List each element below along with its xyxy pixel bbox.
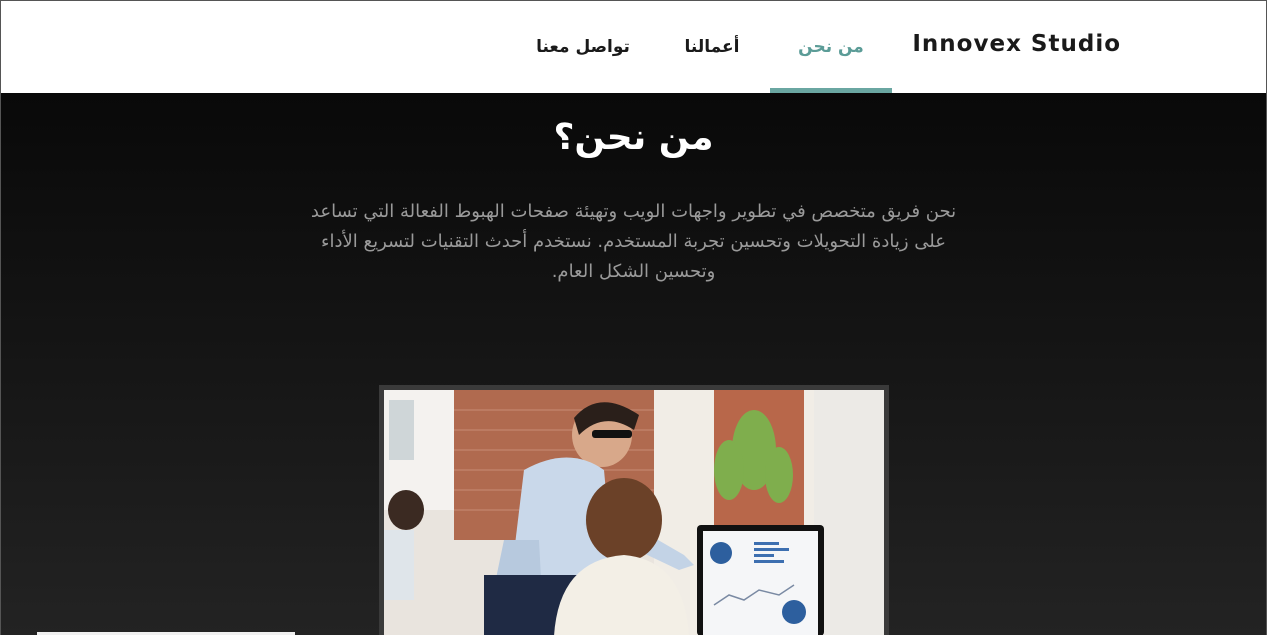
nav-link-contact[interactable]: تواصل معنا bbox=[528, 1, 638, 93]
section-description: نحن فريق متخصص في تطوير واجهات الويب وته… bbox=[310, 201, 957, 282]
brand-logo[interactable]: Innovex Studio bbox=[912, 31, 1121, 57]
section-title: من نحن؟ bbox=[553, 117, 714, 158]
team-photo bbox=[384, 390, 884, 635]
office-illustration bbox=[384, 390, 884, 635]
top-navbar: Innovex Studio من نحن أعمالنا تواصل معنا bbox=[1, 1, 1266, 93]
about-section: من نحن؟ نحن فريق متخصص في تطوير واجهات ا… bbox=[1, 93, 1266, 635]
nav-link-about[interactable]: من نحن bbox=[770, 1, 892, 93]
nav-link-works[interactable]: أعمالنا bbox=[676, 1, 748, 93]
team-image-frame bbox=[379, 385, 889, 635]
